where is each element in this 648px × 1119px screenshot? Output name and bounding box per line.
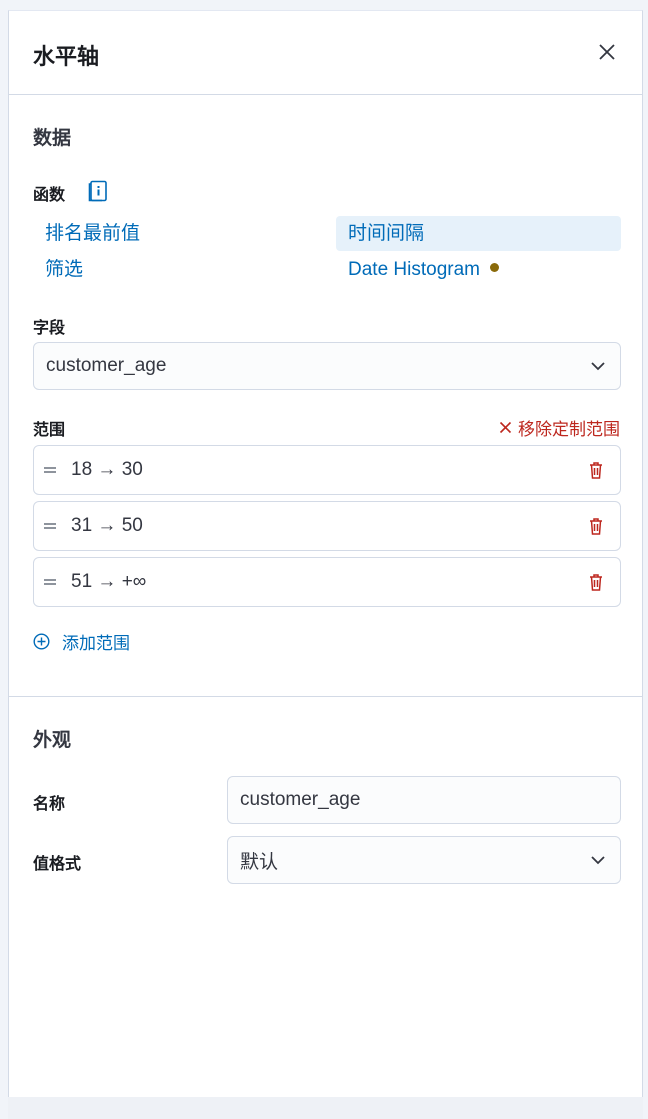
ranges-label: 范围 <box>33 422 66 439</box>
value-format-select[interactable]: 默认 <box>227 836 621 884</box>
section-divider <box>9 696 642 697</box>
add-range-button[interactable]: 添加范围 <box>33 629 130 654</box>
cross-icon <box>499 421 512 434</box>
flyout-footer <box>8 1097 643 1119</box>
flyout-header: 水平轴 <box>9 11 642 95</box>
name-input-value: customer_age <box>240 789 361 810</box>
chevron-down-icon <box>591 362 605 371</box>
drag-handle-icon[interactable] <box>43 577 57 587</box>
trash-icon[interactable] <box>586 460 606 480</box>
function-option-label: 筛选 <box>45 259 84 280</box>
drag-handle-icon[interactable] <box>43 465 57 475</box>
function-option-top-values[interactable]: 排名最前值 <box>33 216 152 251</box>
function-option-label: 排名最前值 <box>45 223 141 244</box>
chevron-down-icon <box>591 856 605 865</box>
function-option-intervals[interactable]: 时间间隔 <box>336 216 621 251</box>
data-section-title: 数据 <box>33 128 72 149</box>
range-value: 18 → 30 <box>71 459 143 480</box>
range-value: 31 → 50 <box>71 515 143 536</box>
documentation-icon[interactable] <box>88 180 108 202</box>
trash-icon[interactable] <box>586 516 606 536</box>
range-row[interactable]: 51 → +∞ <box>33 557 621 607</box>
field-select-value: customer_age <box>46 355 167 376</box>
field-select[interactable]: customer_age <box>33 342 621 390</box>
value-format-label: 值格式 <box>33 856 82 873</box>
function-label: 函数 <box>33 187 66 204</box>
function-option-filters[interactable]: 筛选 <box>33 252 95 287</box>
function-option-date-histogram[interactable]: Date Histogram <box>336 252 511 287</box>
remove-custom-ranges-button[interactable]: 移除定制范围 <box>499 415 620 440</box>
close-icon[interactable] <box>596 41 618 63</box>
name-label: 名称 <box>33 796 66 813</box>
panel-title: 水平轴 <box>33 44 100 69</box>
field-label: 字段 <box>33 320 66 337</box>
appearance-section-title: 外观 <box>33 730 72 751</box>
function-option-label: 时间间隔 <box>348 223 425 244</box>
name-input[interactable]: customer_age <box>227 776 621 824</box>
drag-handle-icon[interactable] <box>43 521 57 531</box>
flyout-panel: 水平轴 数据 函数 排名最前值 筛选 时间间隔 Date Histogram 字… <box>8 10 643 1097</box>
function-option-label: Date Histogram <box>348 259 480 280</box>
range-row[interactable]: 31 → 50 <box>33 501 621 551</box>
plus-circle-icon <box>33 633 50 650</box>
value-format-value: 默认 <box>240 851 279 873</box>
range-row[interactable]: 18 → 30 <box>33 445 621 495</box>
add-range-label: 添加范围 <box>62 634 130 653</box>
trash-icon[interactable] <box>586 572 606 592</box>
incompatible-dot-icon <box>490 263 499 273</box>
remove-custom-ranges-label: 移除定制范围 <box>518 420 620 439</box>
range-value: 51 → +∞ <box>71 571 147 592</box>
